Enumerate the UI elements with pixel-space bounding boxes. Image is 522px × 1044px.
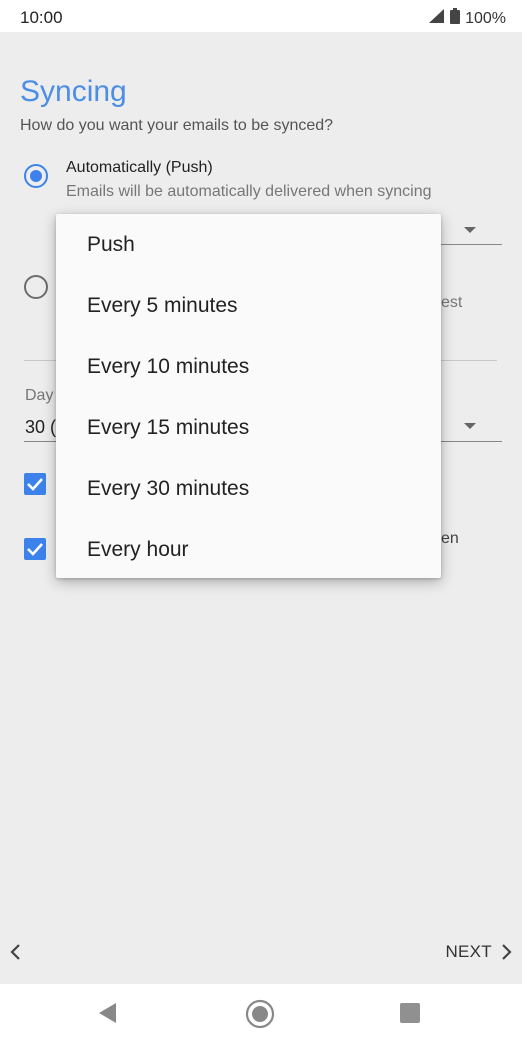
- manual-sync-radio[interactable]: [24, 275, 48, 299]
- status-time: 10:00: [20, 8, 63, 27]
- interval-dropdown-arrow-icon[interactable]: [464, 227, 476, 233]
- chevron-right-icon: [502, 944, 512, 960]
- menu-item-every-30-minutes[interactable]: Every 30 minutes: [56, 458, 441, 519]
- status-bar: 10:00 100%: [0, 0, 522, 32]
- back-chevron-icon[interactable]: [8, 942, 22, 967]
- check-icon: [27, 478, 43, 491]
- menu-item-push[interactable]: Push: [56, 214, 441, 275]
- sync-option-checkbox-2[interactable]: [24, 538, 46, 560]
- manual-sync-description-fragment: est: [441, 294, 463, 311]
- system-recents-icon[interactable]: [400, 1003, 420, 1023]
- next-button[interactable]: NEXT: [445, 942, 512, 962]
- days-dropdown-arrow-icon[interactable]: [464, 423, 476, 429]
- auto-push-description: Emails will be automatically delivered w…: [66, 183, 432, 200]
- interval-dropdown-underline: [440, 244, 502, 245]
- auto-push-radio[interactable]: [24, 164, 48, 188]
- battery-icon: [450, 8, 465, 29]
- status-icons: 100%: [429, 8, 506, 29]
- wizard-navigation: NEXT: [0, 930, 522, 976]
- menu-item-every-15-minutes[interactable]: Every 15 minutes: [56, 397, 441, 458]
- days-to-sync-label: Day: [25, 387, 54, 404]
- check-icon: [27, 543, 43, 556]
- auto-push-title: Automatically (Push): [66, 159, 213, 176]
- menu-item-every-hour[interactable]: Every hour: [56, 519, 441, 580]
- sync-interval-menu: Push Every 5 minutes Every 10 minutes Ev…: [56, 214, 441, 578]
- system-navigation-bar: [0, 984, 522, 1044]
- page-title: Syncing: [20, 75, 127, 108]
- battery-percent: 100%: [465, 9, 506, 27]
- next-button-label: NEXT: [445, 942, 492, 961]
- days-to-sync-value[interactable]: 30 (: [25, 417, 56, 438]
- signal-icon: [429, 9, 450, 28]
- menu-item-every-10-minutes[interactable]: Every 10 minutes: [56, 336, 441, 397]
- page-subtitle: How do you want your emails to be synced…: [20, 117, 334, 134]
- menu-item-every-5-minutes[interactable]: Every 5 minutes: [56, 275, 441, 336]
- sync-option-checkbox-1[interactable]: [24, 473, 46, 495]
- system-home-icon[interactable]: [245, 999, 275, 1034]
- checkbox-2-label-fragment: en: [441, 530, 459, 547]
- system-back-icon[interactable]: [98, 1002, 118, 1029]
